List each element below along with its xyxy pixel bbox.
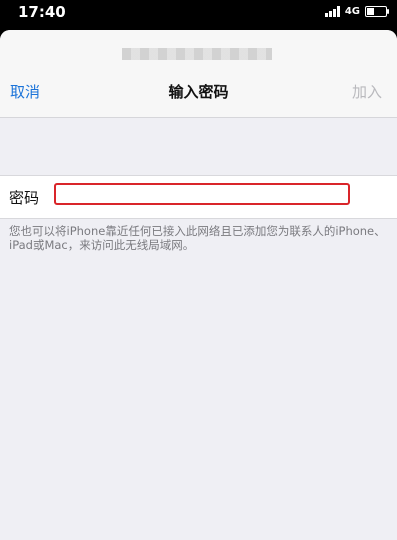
- signal-icon: [324, 6, 340, 17]
- password-label: 密码: [9, 189, 40, 207]
- password-sheet: 取消 输入密码 加入 密码 您也可以将iPhone靠近任何已接入此网络且已添加您…: [0, 30, 397, 540]
- hint-text: 您也可以将iPhone靠近任何已接入此网络且已添加您为联系人的iPhone、iP…: [9, 224, 386, 252]
- network-name-redacted: [122, 48, 272, 60]
- password-field-row: 密码: [0, 175, 397, 219]
- password-input[interactable]: [54, 183, 350, 205]
- header-divider: [0, 117, 397, 118]
- status-indicators: 4G: [324, 6, 389, 17]
- status-bar: 17:40 4G: [0, 0, 397, 30]
- battery-icon: [365, 6, 389, 17]
- network-type-label: 4G: [344, 6, 360, 17]
- page-title: 输入密码: [168, 83, 229, 101]
- status-time: 17:40: [18, 3, 66, 21]
- sheet-header: 取消 输入密码 加入: [0, 30, 397, 117]
- join-button[interactable]: 加入: [352, 81, 382, 102]
